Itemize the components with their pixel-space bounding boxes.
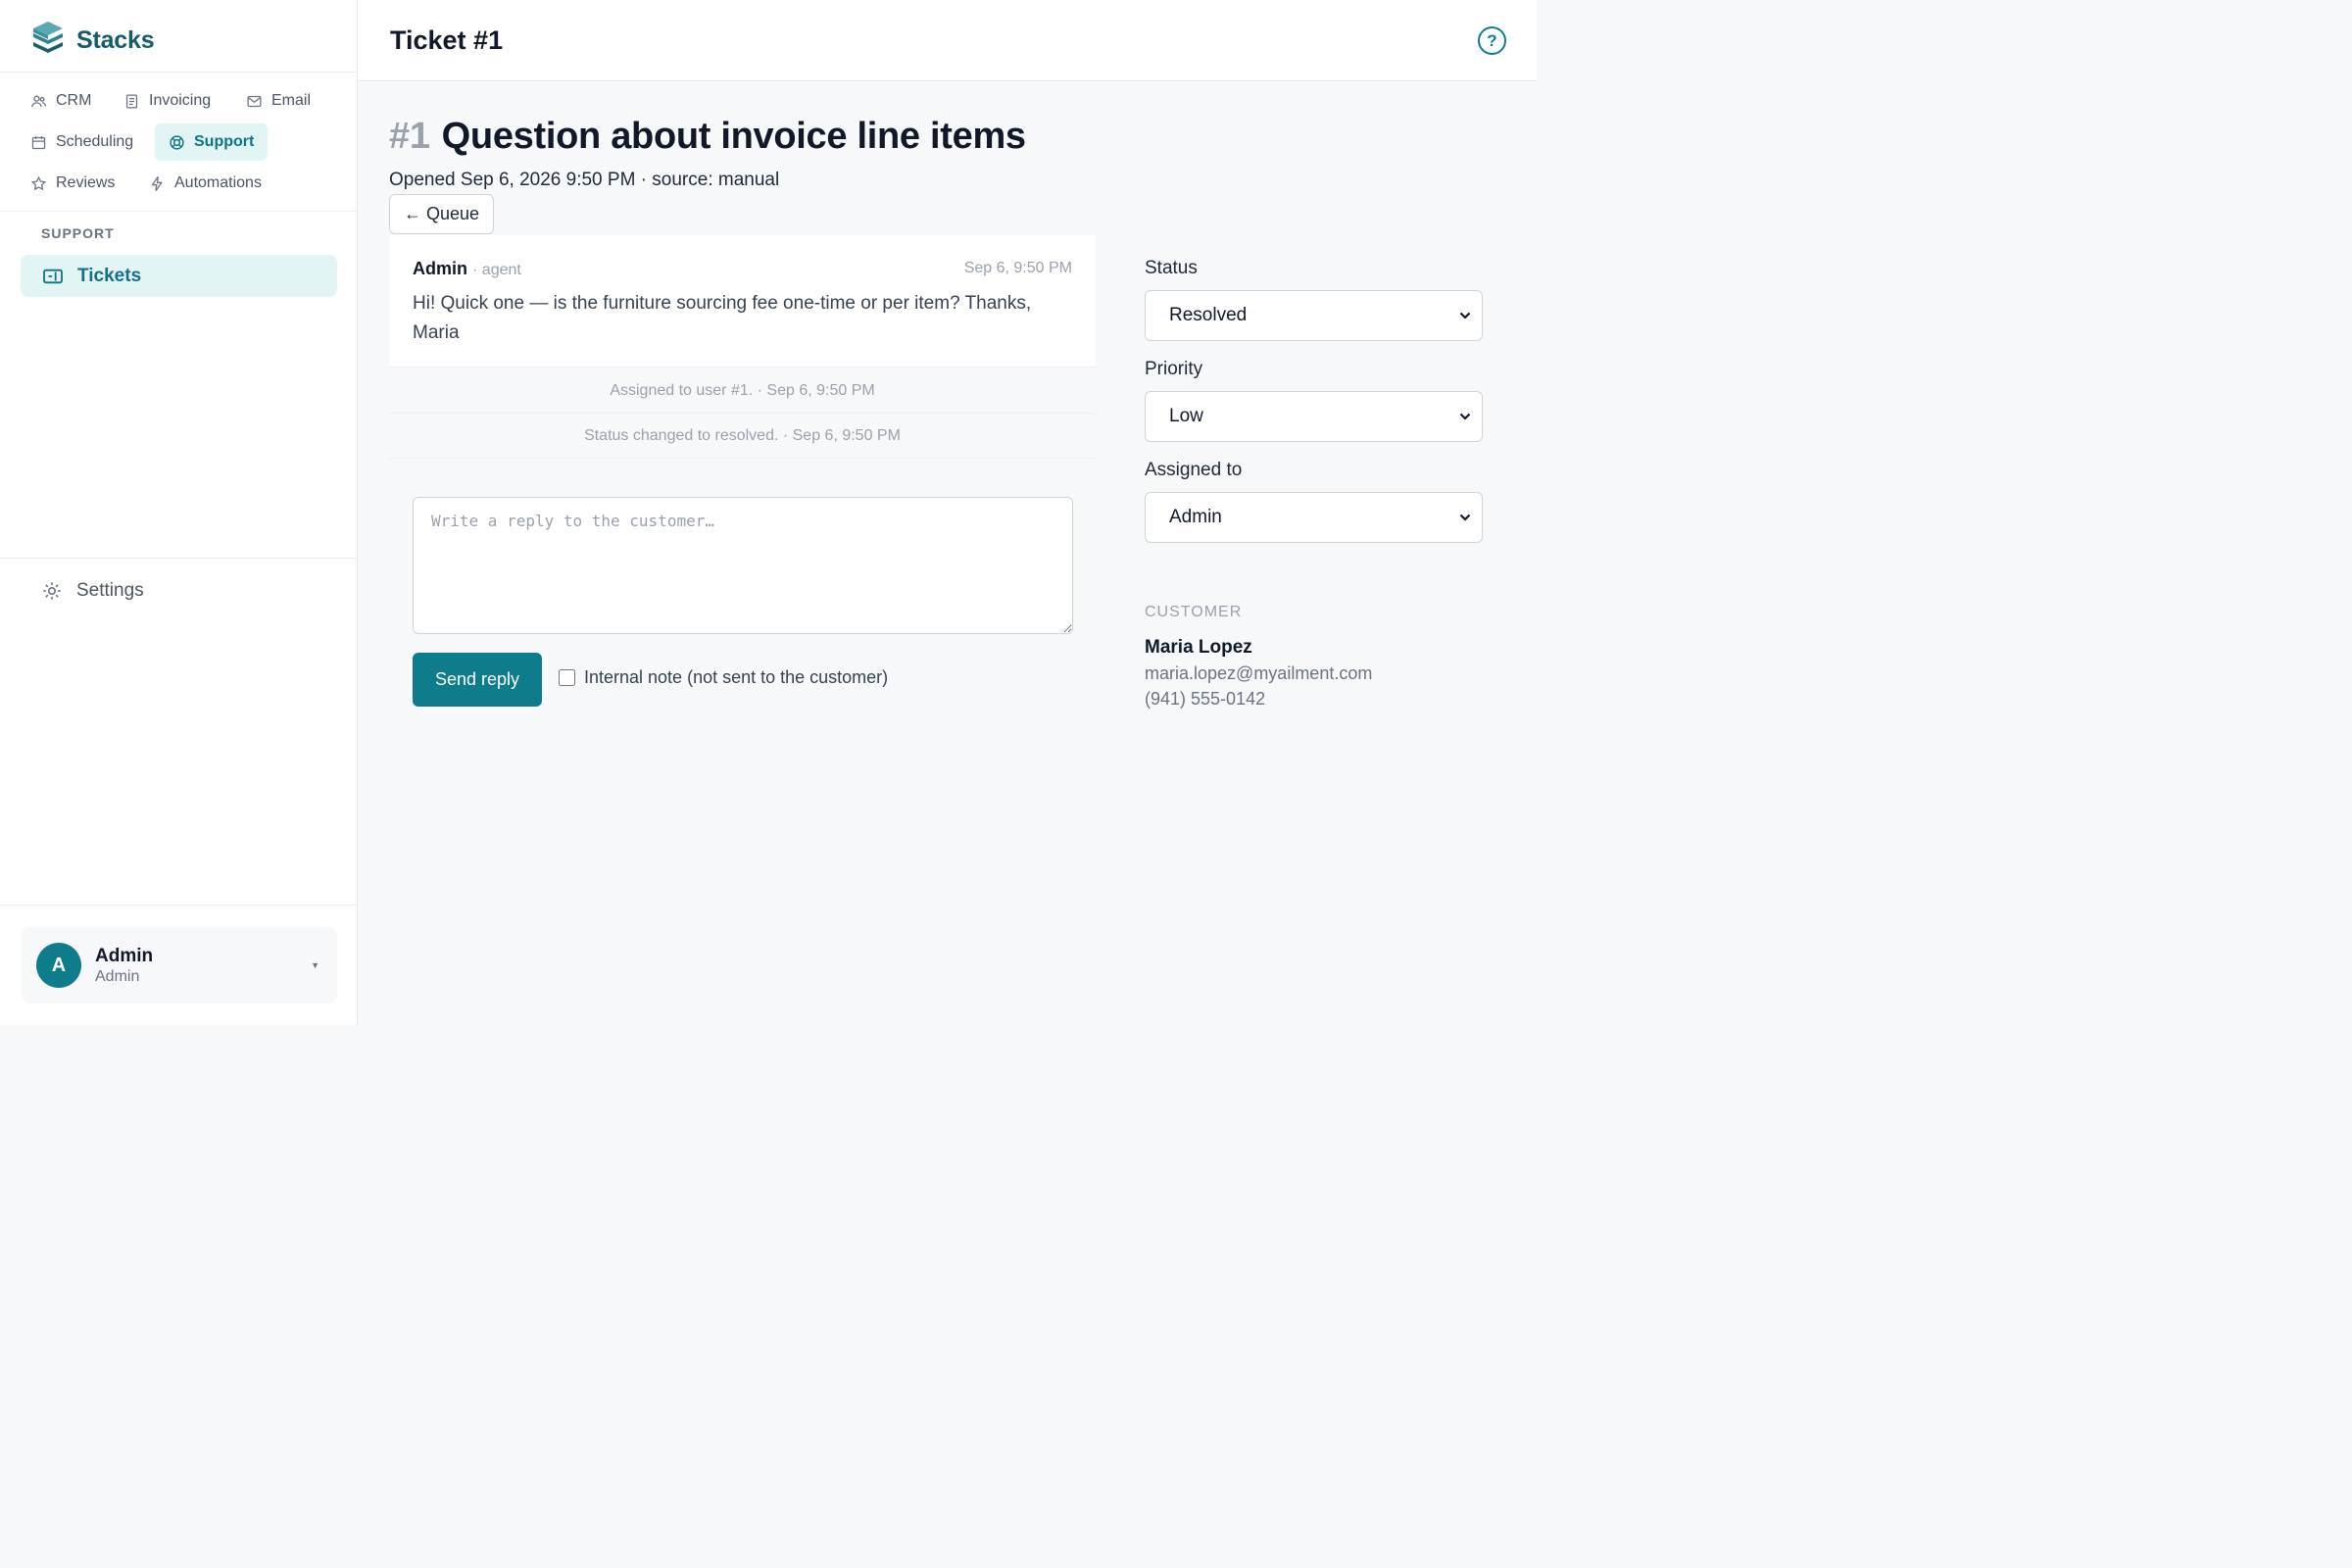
brand-name: Stacks [76, 26, 155, 54]
status-value: Resolved [1169, 305, 1248, 325]
sidebar-item-label: Tickets [77, 265, 142, 286]
customer-name: Maria Lopez [1145, 637, 1252, 658]
user-role: Admin [95, 967, 140, 985]
nav-item-scheduling[interactable]: Scheduling [19, 124, 145, 160]
divider [0, 558, 358, 559]
assigned-select[interactable]: Admin [1145, 492, 1483, 543]
calendar-icon [31, 135, 46, 149]
ticket-subject: Question about invoice line items [441, 116, 1026, 157]
users-icon [31, 95, 47, 107]
message-time: Sep 6, 9:50 PM [963, 260, 1072, 276]
sidebar: Stacks CRM Invoicing Email Scheduling Su… [0, 0, 358, 1025]
caret-down-icon: ▼ [311, 960, 319, 970]
status-label: Status [1145, 258, 1198, 278]
back-to-queue-button[interactable]: ← Queue [389, 194, 494, 234]
brand[interactable]: Stacks [31, 20, 155, 62]
nav-item-label: Email [271, 92, 312, 109]
customer-email[interactable]: maria.lopez@myailment.com [1145, 663, 1372, 684]
divider [0, 211, 358, 212]
stacks-logo-icon [31, 20, 65, 62]
priority-value: Low [1169, 406, 1203, 426]
chevron-down-icon [1459, 514, 1471, 521]
nav-item-email[interactable]: Email [234, 83, 322, 119]
sidebar-item-settings[interactable]: Settings [41, 580, 144, 602]
page-title: Ticket #1 [390, 25, 504, 55]
customer-phone: (941) 555-0142 [1145, 689, 1266, 709]
user-name: Admin [95, 945, 154, 966]
bolt-icon [151, 175, 163, 191]
message-author-role: · agent [472, 262, 521, 278]
gear-icon [43, 582, 61, 600]
ticket-meta: Opened Sep 6, 2026 9:50 PM · source: man… [389, 170, 780, 190]
assigned-label: Assigned to [1145, 460, 1243, 480]
nav-item-support[interactable]: Support [155, 123, 269, 161]
ticket-icon [43, 269, 63, 283]
section-label: SUPPORT [41, 225, 115, 241]
mail-icon [247, 95, 262, 107]
divider [0, 905, 358, 906]
priority-select[interactable]: Low [1145, 391, 1483, 442]
message-author: Admin · agent [413, 259, 521, 279]
sidebar-item-label: Settings [76, 580, 144, 601]
nav-item-reviews[interactable]: Reviews [19, 166, 126, 201]
nav-item-automations[interactable]: Automations [137, 166, 273, 201]
internal-note-toggle[interactable]: Internal note (not sent to the customer) [559, 667, 888, 688]
help-button[interactable]: ? [1478, 26, 1506, 55]
user-menu[interactable]: A Admin Admin ▼ [21, 927, 337, 1004]
status-select[interactable]: Resolved [1145, 290, 1483, 341]
send-reply-button[interactable]: Send reply [413, 653, 542, 707]
nav-item-label: CRM [56, 92, 92, 109]
priority-label: Priority [1145, 359, 1203, 379]
nav-item-invoicing[interactable]: Invoicing [112, 83, 222, 119]
nav-item-label: Automations [174, 174, 262, 191]
message-author-name: Admin [413, 259, 467, 278]
nav-item-crm[interactable]: CRM [19, 83, 103, 119]
customer-label: CUSTOMER [1145, 604, 1243, 620]
nav-item-label: Invoicing [149, 92, 212, 109]
reply-input[interactable] [413, 497, 1073, 634]
message-card: Admin · agent Sep 6, 9:50 PM Hi! Quick o… [389, 235, 1096, 368]
nav-item-label: Reviews [56, 174, 116, 191]
avatar: A [36, 943, 81, 988]
topbar: Ticket #1 ? [358, 0, 1537, 81]
nav-item-label: Scheduling [56, 133, 134, 150]
ticket-number: #1 [389, 116, 430, 157]
internal-note-label: Internal note (not sent to the customer) [584, 667, 889, 687]
nav-item-label: Support [194, 133, 255, 150]
event-item: Status changed to resolved. · Sep 6, 9:5… [389, 414, 1096, 459]
document-icon [125, 93, 138, 109]
chevron-down-icon [1459, 413, 1471, 420]
divider [0, 72, 358, 73]
message-body: Hi! Quick one — is the furniture sourcin… [413, 293, 1032, 343]
event-item: Assigned to user #1. · Sep 6, 9:50 PM [389, 368, 1096, 414]
chevron-down-icon [1459, 312, 1471, 319]
lifebuoy-icon [170, 134, 184, 150]
internal-note-checkbox[interactable] [559, 669, 575, 686]
star-icon [30, 175, 47, 190]
sidebar-item-tickets[interactable]: Tickets [21, 255, 337, 297]
ticket-heading: #1 Question about invoice line items [389, 116, 1026, 158]
assigned-value: Admin [1169, 507, 1222, 527]
